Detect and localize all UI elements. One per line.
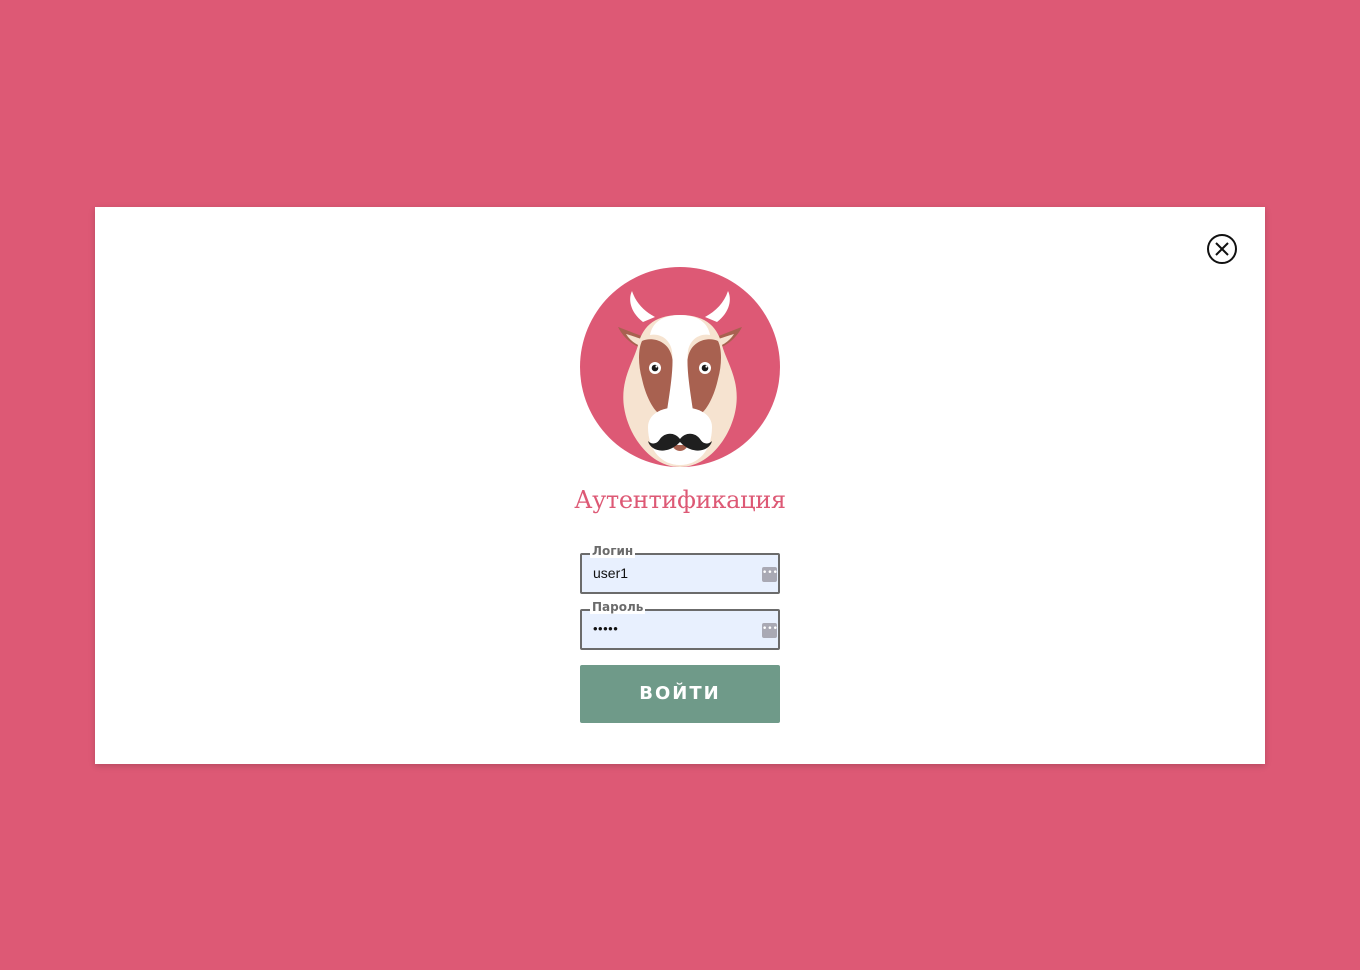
cow-mustache-logo [580,267,780,467]
login-modal: Аутентификация Логин user1 ••• Пароль ••… [95,207,1265,764]
password-input[interactable]: ••••• [593,620,618,637]
login-label: Логин [590,544,636,558]
login-field[interactable]: Логин user1 ••• [580,544,780,594]
login-input[interactable]: user1 [593,565,628,582]
cow-logo [580,267,780,467]
password-field[interactable]: Пароль ••••• ••• [580,600,780,650]
dots-icon[interactable]: ••• [762,567,778,582]
dots-icon[interactable]: ••• [762,623,778,638]
login-button[interactable]: ВОЙТИ [580,665,780,723]
close-circle-icon [1207,234,1237,264]
password-label: Пароль [590,600,646,614]
page-title: Аутентификация [574,486,786,514]
close-button[interactable] [1206,233,1238,265]
